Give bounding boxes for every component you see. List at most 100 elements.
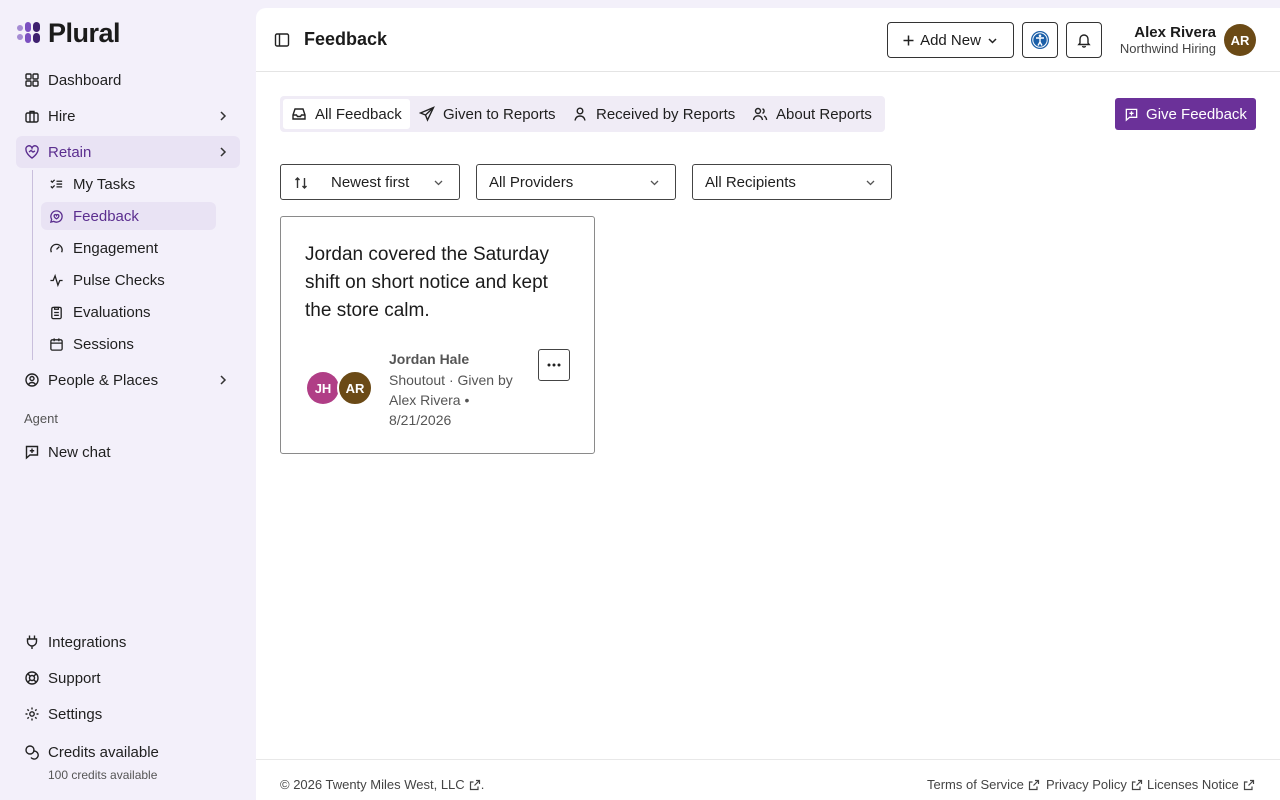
give-feedback-button[interactable]: Give Feedback <box>1115 98 1256 130</box>
gauge-icon <box>50 243 63 253</box>
feedback-tabs: All Feedback Given to Reports Received b… <box>280 96 885 132</box>
plus-icon <box>903 35 914 45</box>
sidebar-subitem-label: Engagement <box>73 239 159 257</box>
sort-arrows-icon <box>295 177 307 189</box>
chevron-right-icon <box>220 147 227 157</box>
agent-section-label: Agent <box>24 411 58 426</box>
recipient-name: Jordan Hale <box>389 351 470 367</box>
calendar-icon <box>50 337 63 351</box>
external-link-icon <box>469 779 480 790</box>
message-heart-icon <box>49 209 63 223</box>
page-title: Feedback <box>304 29 388 49</box>
tab-about-reports[interactable]: About Reports <box>744 99 880 129</box>
feedback-text: Jordan covered the Saturday shift on sho… <box>305 244 549 321</box>
user-icon <box>574 107 586 121</box>
sidebar-item-new-chat[interactable]: New chat <box>16 436 240 468</box>
sidebar-subitem-sessions[interactable]: Sessions <box>41 330 216 358</box>
activity-icon <box>50 273 63 287</box>
sidebar-item-label: Support <box>48 669 101 687</box>
footer-link-label: Terms of Service <box>927 777 1024 792</box>
sidebar-item-label: New chat <box>48 443 111 461</box>
plural-logo-icon <box>17 22 40 43</box>
recipient-avatar: JH <box>307 372 339 404</box>
tab-label: About Reports <box>776 105 872 123</box>
feedback-card[interactable]: Jordan covered the Saturday shift on sho… <box>280 216 595 454</box>
sidebar-toggle-icon[interactable] <box>274 32 290 48</box>
send-icon <box>419 106 435 122</box>
clipboard-icon <box>51 306 62 319</box>
sidebar-subitem-evaluations[interactable]: Evaluations <box>41 298 216 326</box>
sidebar-item-integrations[interactable]: Integrations <box>16 626 240 658</box>
external-link-icon <box>1243 779 1254 790</box>
tab-given-to-reports[interactable]: Given to Reports <box>411 99 564 129</box>
sort-select[interactable]: Newest first <box>280 164 460 200</box>
bell-icon <box>1077 34 1091 48</box>
terms-link[interactable]: Terms of Service <box>927 777 1040 792</box>
inbox-icon <box>292 108 306 120</box>
chevron-down-icon <box>866 180 875 186</box>
sidebar-item-people-places[interactable]: People & Places <box>16 364 240 396</box>
providers-select[interactable]: All Providers <box>476 164 676 200</box>
recipients-value: All Recipients <box>705 174 796 191</box>
sidebar-subitem-engagement[interactable]: Engagement <box>41 234 216 262</box>
sidebar-item-settings[interactable]: Settings <box>16 698 240 730</box>
sidebar-subitem-label: Evaluations <box>73 303 151 321</box>
chevron-right-icon <box>220 111 227 121</box>
page-header: Feedback Add New Alex Rivera Northwind H… <box>256 8 1280 72</box>
sidebar-item-label: Retain <box>48 143 92 161</box>
footer-link-label: Privacy Policy <box>1046 777 1127 792</box>
chevron-down-icon <box>988 37 997 44</box>
add-new-button[interactable]: Add New <box>887 22 1014 58</box>
external-link-icon <box>1131 779 1143 790</box>
heart-handshake-icon <box>25 145 39 159</box>
tab-received-by-reports[interactable]: Received by Reports <box>564 99 743 129</box>
user-avatar[interactable]: AR <box>1224 24 1256 56</box>
copyright-link[interactable]: © 2026 Twenty Miles West, LLC . <box>280 777 484 792</box>
accessibility-button[interactable] <box>1022 22 1058 58</box>
user-name: Alex Rivera <box>1134 24 1216 41</box>
tab-label: All Feedback <box>315 105 402 123</box>
give-feedback-label: Give Feedback <box>1146 105 1247 123</box>
providers-value: All Providers <box>489 174 574 191</box>
sidebar-item-credits[interactable]: Credits available <box>16 736 240 768</box>
user-org: Northwind Hiring <box>1119 41 1216 56</box>
sidebar-item-support[interactable]: Support <box>16 662 240 694</box>
notifications-button[interactable] <box>1066 22 1102 58</box>
licenses-link[interactable]: Licenses Notice <box>1147 777 1255 792</box>
add-new-label: Add New <box>920 31 981 49</box>
sidebar-item-label: Credits available <box>48 743 159 761</box>
sidebar-subitem-label: Pulse Checks <box>73 271 165 289</box>
users-icon <box>752 107 768 121</box>
more-horizontal-icon <box>547 363 561 367</box>
tab-all-feedback[interactable]: All Feedback <box>283 99 410 129</box>
recipients-select[interactable]: All Recipients <box>692 164 892 200</box>
sidebar-item-label: Hire <box>48 107 76 125</box>
sidebar-item-label: Dashboard <box>48 71 122 89</box>
main-panel: Feedback Add New Alex Rivera Northwind H… <box>256 8 1280 800</box>
copyright-suffix: . <box>480 777 485 792</box>
sidebar-subitem-label: My Tasks <box>73 175 136 193</box>
tab-label: Received by Reports <box>596 105 736 123</box>
accessibility-icon <box>1031 31 1049 49</box>
more-options-button[interactable] <box>538 349 570 381</box>
gear-icon <box>25 707 39 721</box>
sidebar-subitem-label: Feedback <box>73 207 139 225</box>
sidebar-item-dashboard[interactable]: Dashboard <box>16 64 240 96</box>
list-checks-icon <box>50 178 63 189</box>
chevron-down-icon <box>650 180 659 186</box>
sidebar-item-hire[interactable]: Hire <box>16 100 240 132</box>
brand-logo[interactable]: Plural <box>16 18 121 48</box>
briefcase-icon <box>25 110 39 123</box>
external-link-icon <box>1028 779 1039 790</box>
sidebar-item-retain[interactable]: Retain <box>16 136 240 168</box>
giver-avatar: AR <box>337 370 373 406</box>
sidebar-subitem-my-tasks[interactable]: My Tasks <box>41 170 216 198</box>
tab-label: Given to Reports <box>443 105 556 123</box>
sidebar-subitem-feedback[interactable]: Feedback <box>41 202 216 230</box>
sidebar-subitem-pulse-checks[interactable]: Pulse Checks <box>41 266 216 294</box>
message-plus-icon <box>1125 108 1138 122</box>
privacy-link[interactable]: Privacy Policy <box>1046 777 1143 792</box>
sidebar-subitem-label: Sessions <box>73 335 134 353</box>
plug-icon <box>26 635 38 649</box>
feedback-meta: Shoutout · Given by Alex Rivera • 8/21/2… <box>389 372 513 428</box>
